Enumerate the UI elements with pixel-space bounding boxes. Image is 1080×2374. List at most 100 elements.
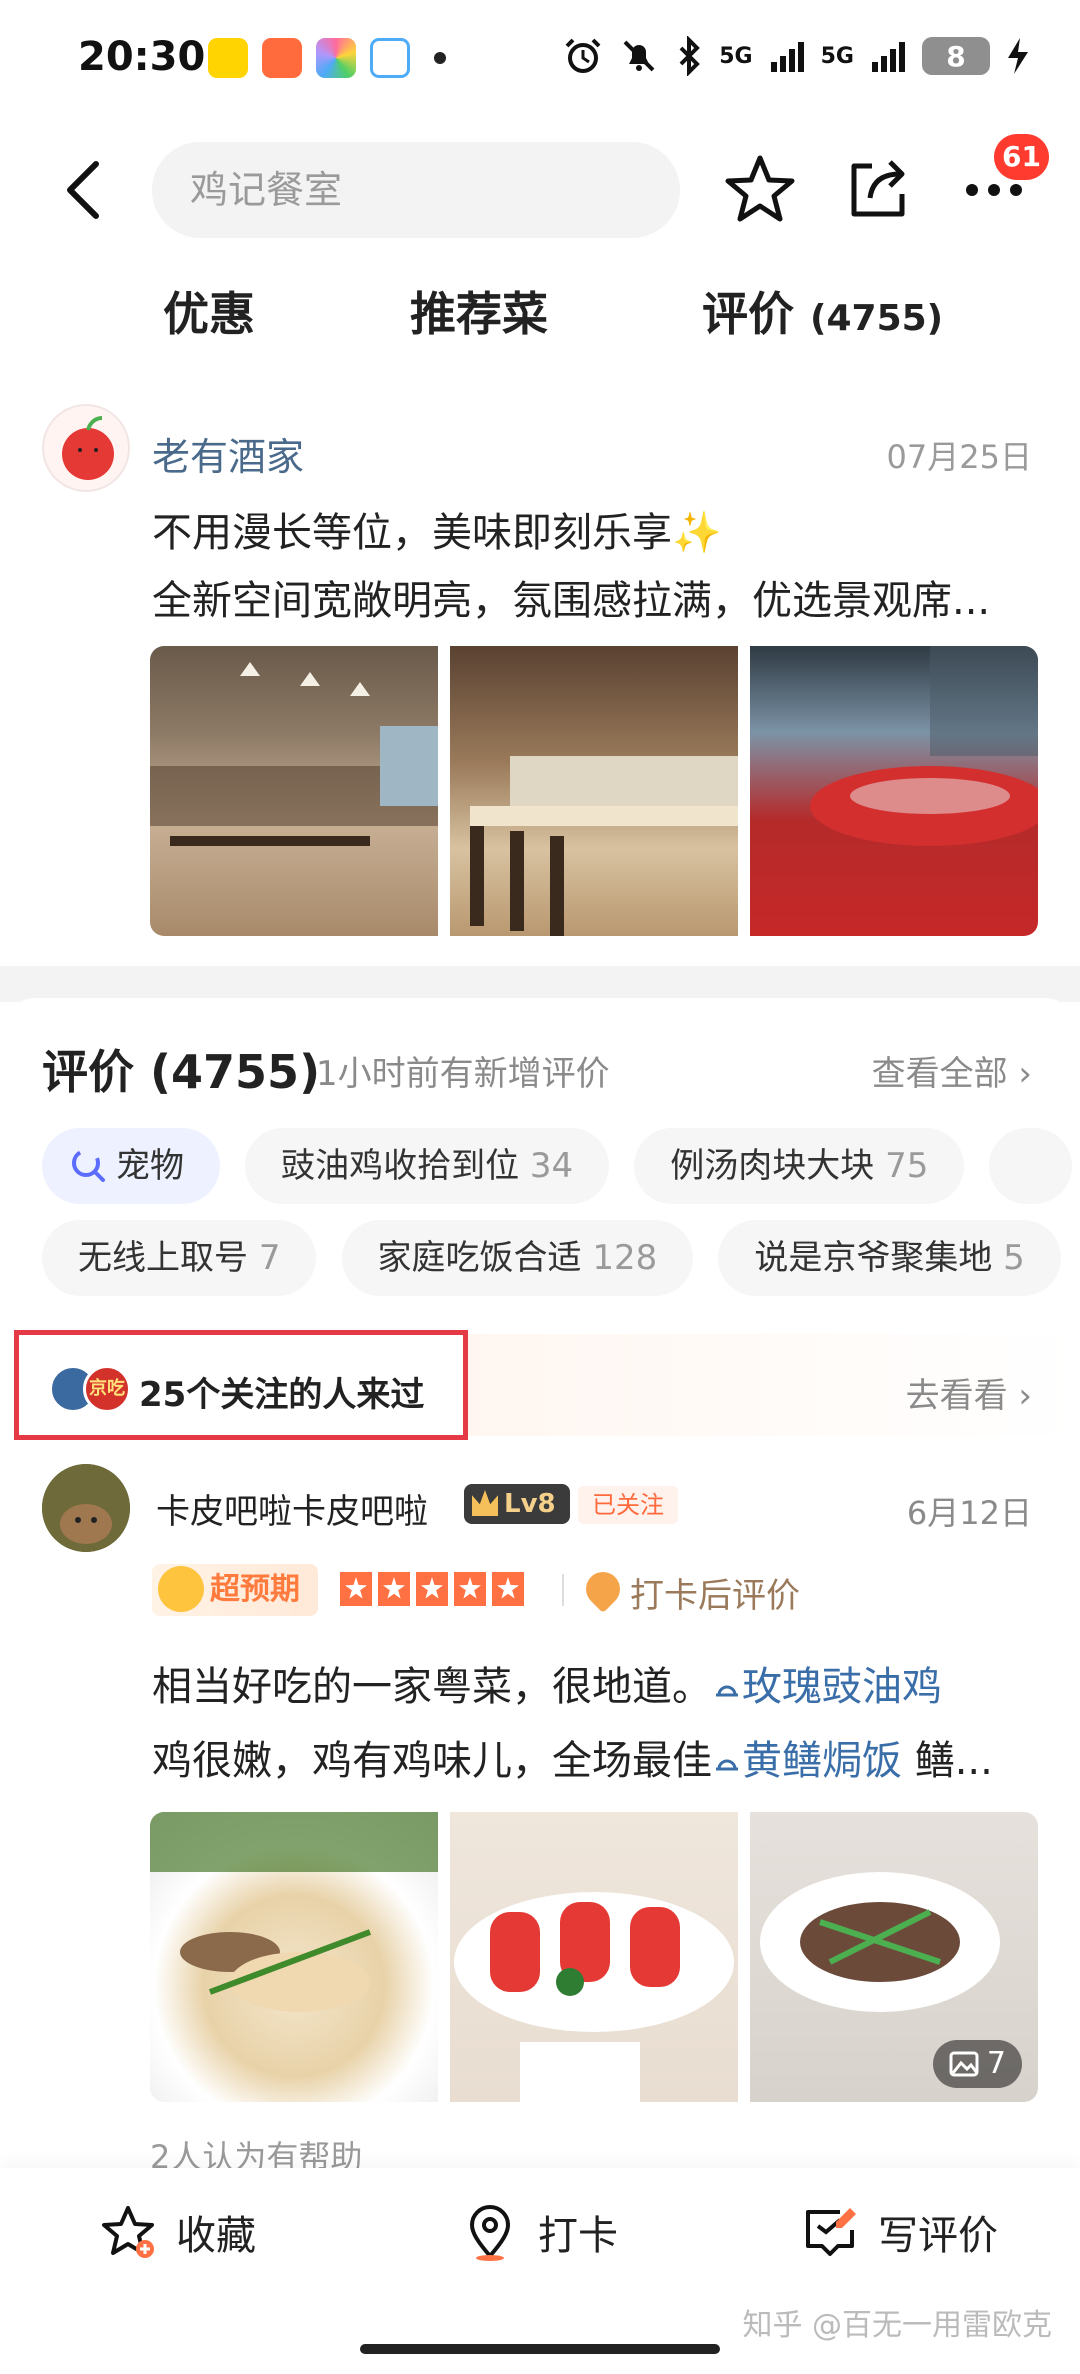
restaurant-photo-1[interactable] [150, 646, 438, 936]
chip-tag[interactable]: 无线上取号 7 [42, 1220, 317, 1296]
dish-tag-icon [716, 1759, 738, 1771]
tag-chips-row2: 无线上取号 7 家庭吃饭合适 128 说是京爷聚集地 5 [42, 1220, 1080, 1296]
dish-link[interactable]: 玫瑰豉油鸡 [712, 1664, 942, 1710]
tab-reviews-label: 评价 [702, 287, 794, 341]
search-input[interactable]: 鸡记餐室 [152, 142, 680, 238]
write-review-icon [806, 2208, 856, 2256]
chip-tag[interactable]: 说是京爷聚集地 5 [718, 1220, 1061, 1296]
reviewer-avatar[interactable] [42, 1464, 130, 1552]
charging-icon [1008, 38, 1028, 74]
favorite-star-plus-icon [102, 2206, 154, 2258]
friends-visited-highlight[interactable]: 京吃 25个关注的人来过 [14, 1330, 468, 1440]
reviewer-name[interactable]: 卡皮吧啦卡皮吧啦 [156, 1484, 428, 1533]
restaurant-photo-2[interactable] [450, 646, 738, 936]
more-notifications-dot [434, 52, 446, 64]
chip-label: 说是京爷聚集地 [754, 1238, 993, 1278]
chip-label: 宠物 [116, 1146, 184, 1186]
network-1: 5G [719, 43, 753, 69]
app-game-icon [262, 38, 302, 78]
favorite-button[interactable]: 收藏 [98, 2202, 256, 2262]
checkin-button[interactable]: 打卡 [460, 2202, 618, 2262]
back-arrow-icon[interactable] [58, 158, 114, 222]
share-icon[interactable] [842, 152, 914, 224]
home-indicator[interactable] [360, 2344, 720, 2354]
dish-name: 玫瑰豉油鸡 [742, 1664, 942, 1710]
dish-link[interactable]: 黄鳝焗饭 [712, 1738, 902, 1784]
chip-pet[interactable]: 宠物 [42, 1128, 220, 1204]
chip-count: 5 [1003, 1238, 1025, 1278]
post-text-line2[interactable]: 全新空间宽敞明亮，氛围感拉满，优选景观席... [152, 568, 990, 626]
status-bar: 20:30 5G 5G 8 [0, 0, 1080, 120]
review-date: 6月12日 [906, 1494, 1032, 1532]
tab-offers[interactable]: 优惠 [163, 278, 255, 344]
image-icon [949, 2051, 979, 2077]
photo-count-badge: 7 [932, 2040, 1022, 2088]
level-badge: Lv8 [464, 1484, 570, 1524]
signal-icon-2 [872, 42, 905, 72]
star-icon [340, 1572, 372, 1606]
review-text: 鸡很嫩，鸡有鸡味儿，全场最佳 [152, 1738, 712, 1784]
chip-label: 例汤肉块大块 [670, 1146, 875, 1186]
tab-reviews[interactable]: 评价 (4755) [702, 278, 943, 344]
chip-count: 34 [529, 1146, 574, 1186]
section-divider [0, 966, 1080, 1002]
chip-tag[interactable]: 例汤肉块大块 75 [634, 1128, 965, 1204]
chip-tag-partial[interactable] [989, 1128, 1073, 1204]
review-text-line2[interactable]: 鸡很嫩，鸡有鸡味儿，全场最佳 黄鳝焗饭 鳝... [152, 1728, 993, 1786]
go-see-link[interactable]: 去看看 › [906, 1368, 1032, 1417]
chip-tag[interactable]: 豉油鸡收拾到位 34 [245, 1128, 610, 1204]
review-photos: 7 [150, 1812, 1038, 2102]
star-icon [454, 1572, 486, 1606]
reviews-title: 评价 (4755) [42, 1045, 321, 1099]
network-2: 5G [820, 43, 854, 69]
chip-count: 75 [885, 1146, 929, 1186]
chip-tag[interactable]: 家庭吃饭合适 128 [341, 1220, 694, 1296]
watermark: 知乎 @百无一用雷欧克 [742, 2308, 1052, 2343]
app-map-icon [370, 38, 410, 78]
photo-count: 7 [986, 2046, 1006, 2081]
post-photos [150, 646, 1038, 936]
view-all-link[interactable]: 查看全部 › [872, 1046, 1032, 1095]
favorite-label: 收藏 [176, 2213, 256, 2259]
chip-label: 豉油鸡收拾到位 [281, 1146, 520, 1186]
restaurant-photo-3[interactable] [750, 646, 1038, 936]
exceed-text: 超预期 [210, 1572, 300, 1607]
review-text-tail: 鳝... [902, 1738, 993, 1784]
review-text-line1[interactable]: 相当好吃的一家粤菜，很地道。 玫瑰豉油鸡 [152, 1654, 942, 1712]
crown-icon [472, 1490, 498, 1516]
dish-photo-2[interactable] [450, 1812, 738, 2102]
star-icon [378, 1572, 410, 1606]
dish-tag-icon [716, 1685, 738, 1697]
battery-indicator: 8 [922, 37, 990, 75]
app-photos-icon [316, 38, 356, 78]
write-review-button[interactable]: 写评价 [800, 2202, 998, 2262]
bluetooth-icon [679, 36, 701, 76]
level-text: Lv8 [504, 1489, 556, 1519]
status-time: 20:30 [78, 34, 206, 80]
chip-count: 128 [592, 1238, 658, 1278]
post-text-line1: 不用漫长等位，美味即刻乐享✨ [152, 510, 722, 556]
star-rating [340, 1572, 524, 1606]
dish-photo-1[interactable] [150, 1812, 438, 2102]
reviews-subtitle: 1小时前有新增评价 [316, 1054, 610, 1094]
separator [562, 1574, 564, 1606]
friends-visited-text: 25个关注的人来过 [139, 1375, 425, 1415]
capybara-avatar-icon [42, 1464, 130, 1552]
store-name[interactable]: 老有酒家 [152, 426, 304, 481]
signal-icon-1 [770, 42, 804, 72]
review-text: 相当好吃的一家粤菜，很地道。 [152, 1664, 712, 1710]
dish-photo-3[interactable]: 7 [750, 1812, 1038, 2102]
followed-tag: 已关注 [578, 1486, 678, 1524]
chip-label: 家庭吃饭合适 [377, 1238, 582, 1278]
surprised-emoji-icon [158, 1566, 204, 1612]
checkin-label: 打卡 [538, 2213, 618, 2259]
tab-bar: 优惠 推荐菜 评价 (4755) [0, 268, 1080, 348]
checkin-review-label: 打卡后评价 [630, 1576, 800, 1616]
top-nav: 鸡记餐室 61 [0, 130, 1080, 250]
tab-recommended[interactable]: 推荐菜 [410, 278, 548, 344]
favorite-star-icon[interactable] [722, 152, 798, 228]
tab-reviews-count: (4755) [810, 298, 944, 339]
dish-name: 黄鳝焗饭 [742, 1738, 902, 1784]
store-avatar[interactable] [42, 404, 130, 492]
notification-badge: 61 [994, 134, 1049, 180]
